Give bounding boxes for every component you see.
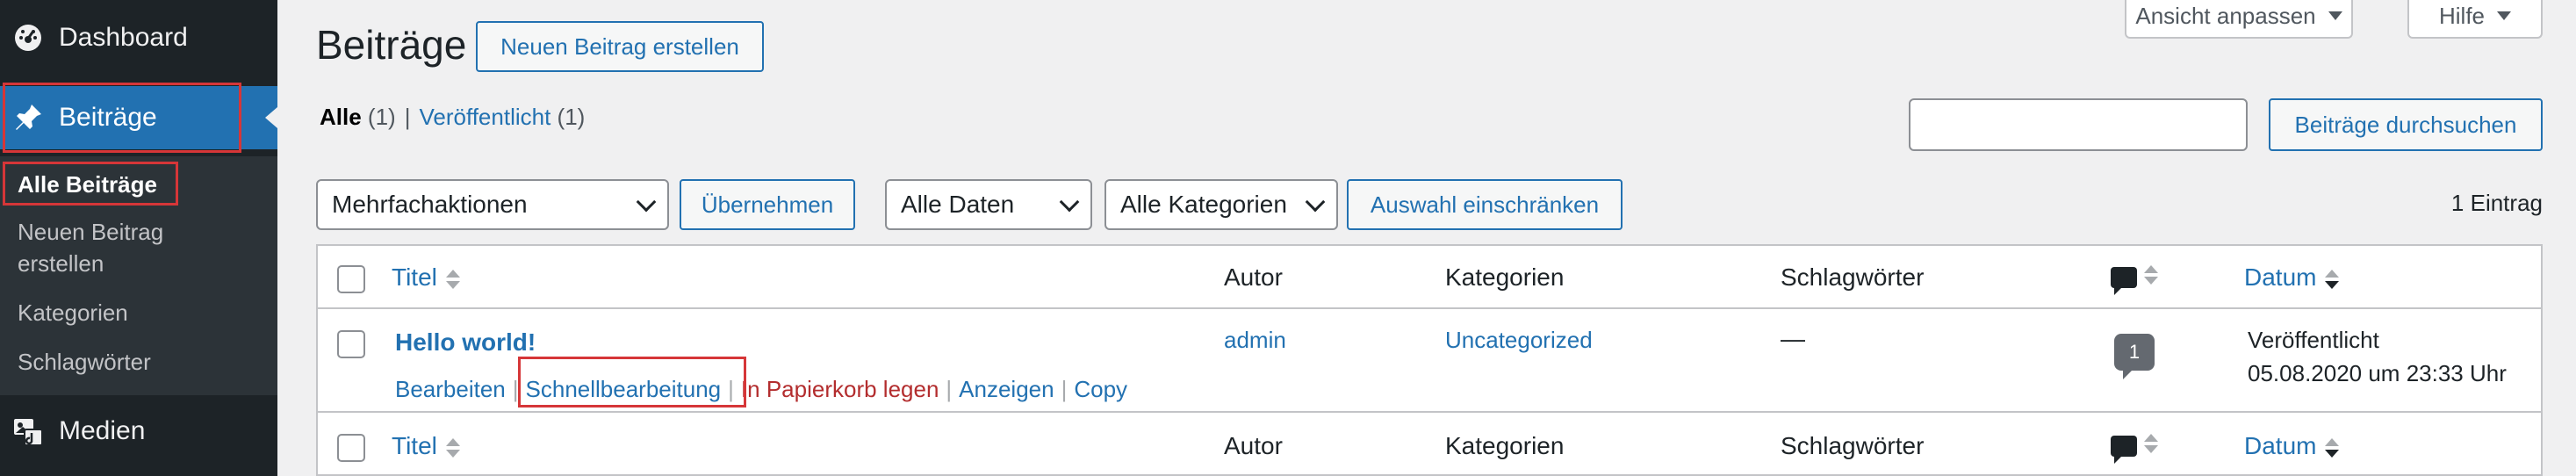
screen-options-button[interactable]: Ansicht anpassen <box>2125 0 2353 39</box>
search-input[interactable] <box>1909 98 2248 151</box>
date-filter-select[interactable]: Alle Daten <box>885 179 1092 230</box>
view-published[interactable]: Veröffentlicht (1) <box>419 104 585 131</box>
sort-desc-icon <box>2325 437 2340 458</box>
column-categories-footer: Kategorien <box>1445 432 1565 459</box>
column-title-label: Titel <box>392 263 437 291</box>
help-button[interactable]: Hilfe <box>2407 0 2543 39</box>
submenu-tags[interactable]: Schlagwörter <box>18 346 151 379</box>
caret-down-icon <box>2328 11 2342 20</box>
row-actions: Bearbeiten | Schnellbearbeitung | In Pap… <box>395 376 1128 403</box>
help-label: Hilfe <box>2438 2 2485 29</box>
post-author-link[interactable]: admin <box>1224 327 1286 354</box>
sort-icon[interactable] <box>2144 265 2158 285</box>
column-date-label: Datum <box>2244 263 2317 291</box>
view-published-label: Veröffentlicht <box>419 104 551 130</box>
post-status: Veröffentlicht <box>2248 327 2379 353</box>
column-author-header: Autor <box>1224 263 1283 291</box>
post-status-filter: Alle (1) | Veröffentlicht (1) <box>320 104 585 131</box>
comment-icon[interactable] <box>2111 436 2137 464</box>
post-date: 05.08.2020 um 23:33 Uhr <box>2248 360 2507 386</box>
copy-link[interactable]: Copy <box>1074 376 1127 403</box>
table-header-row: Titel Autor Kategorien Schlagwörter Datu… <box>318 246 2541 309</box>
column-author-footer: Autor <box>1224 432 1283 459</box>
filter-button[interactable]: Auswahl einschränken <box>1347 179 1623 230</box>
select-all-checkbox-footer[interactable] <box>337 434 365 462</box>
submenu-new-post[interactable]: Neuen Beitrag <box>18 216 163 249</box>
chevron-down-icon <box>636 191 657 213</box>
highlight-box-posts <box>3 83 241 153</box>
apply-button[interactable]: Übernehmen <box>680 179 855 230</box>
comment-icon[interactable] <box>2111 267 2137 295</box>
dashboard-icon <box>12 22 44 54</box>
column-title-footer[interactable]: Titel <box>392 432 460 460</box>
select-all-checkbox[interactable] <box>337 265 365 293</box>
search-posts-button[interactable]: Beiträge durchsuchen <box>2269 98 2543 151</box>
sidebar-item-media[interactable]: Medien <box>0 406 277 457</box>
category-filter-value: Alle Kategorien <box>1120 191 1287 218</box>
view-separator: | <box>404 104 411 130</box>
sort-icon[interactable] <box>2144 434 2158 453</box>
bulk-actions-value: Mehrfachaktionen <box>332 191 528 218</box>
edit-link[interactable]: Bearbeiten <box>395 376 506 403</box>
column-title-header[interactable]: Titel <box>392 263 460 292</box>
table-footer-row: Titel Autor Kategorien Schlagwörter Datu… <box>318 411 2541 474</box>
column-tags-header: Schlagwörter <box>1781 263 1925 291</box>
column-categories-header: Kategorien <box>1445 263 1565 291</box>
column-date-footer[interactable]: Datum <box>2244 432 2340 460</box>
category-filter-select[interactable]: Alle Kategorien <box>1105 179 1338 230</box>
comment-count-badge[interactable]: 1 <box>2114 334 2155 379</box>
submenu-new-post-line2[interactable]: erstellen <box>18 248 104 280</box>
column-date-header[interactable]: Datum <box>2244 263 2340 292</box>
sidebar-item-label: Medien <box>59 416 146 445</box>
post-category-link[interactable]: Uncategorized <box>1445 327 1593 354</box>
chevron-down-icon <box>1059 191 1080 213</box>
column-tags-footer: Schlagwörter <box>1781 432 1925 459</box>
admin-sidebar: Dashboard Beiträge Alle Beiträge Neuen B… <box>0 0 277 476</box>
highlight-box-all-posts <box>3 162 178 206</box>
add-new-post-button[interactable]: Neuen Beitrag erstellen <box>476 21 764 72</box>
sidebar-item-dashboard[interactable]: Dashboard <box>0 12 277 63</box>
sort-icon <box>445 437 460 458</box>
view-link[interactable]: Anzeigen <box>959 376 1054 403</box>
highlight-box-quick-edit <box>518 357 746 407</box>
trash-link[interactable]: In Papierkorb legen <box>741 376 939 403</box>
chevron-down-icon <box>1305 191 1326 213</box>
sort-icon <box>445 269 460 289</box>
bulk-actions-select[interactable]: Mehrfachaktionen <box>316 179 669 230</box>
submenu-categories[interactable]: Kategorien <box>18 297 128 329</box>
current-menu-arrow <box>265 107 277 128</box>
sidebar-item-label: Dashboard <box>59 23 188 52</box>
row-checkbox[interactable] <box>337 330 365 358</box>
screen-options-label: Ansicht anpassen <box>2135 2 2316 29</box>
date-filter-value: Alle Daten <box>901 191 1015 218</box>
view-all-count: (1) <box>367 104 396 130</box>
view-published-count: (1) <box>557 104 586 130</box>
sort-desc-icon <box>2325 269 2340 289</box>
caret-down-icon <box>2497 11 2511 20</box>
column-date-label: Datum <box>2244 432 2317 459</box>
post-tags: — <box>1781 325 1805 352</box>
item-count: 1 Eintrag <box>2450 190 2543 216</box>
page-title: Beiträge <box>316 22 467 68</box>
media-icon <box>12 415 44 447</box>
column-title-label: Titel <box>392 432 437 459</box>
view-all[interactable]: Alle (1) <box>320 104 396 131</box>
post-title-link[interactable]: Hello world! <box>395 328 536 357</box>
view-all-label: Alle <box>320 104 362 130</box>
